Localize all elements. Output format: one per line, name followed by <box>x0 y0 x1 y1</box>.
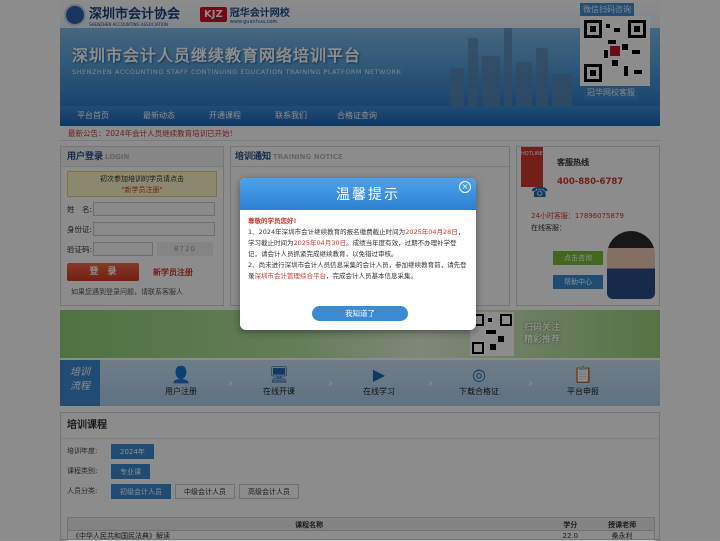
deadline-date-1: 2025年04月28日 <box>405 228 458 236</box>
deadline-date-2: 2025年04月30日 <box>293 239 347 247</box>
acknowledge-button[interactable]: 我知道了 <box>312 306 408 321</box>
modal-paragraph-1: 1、2024年深圳市会计继续教育的报名缴费截止时间为2025年04月28日，学习… <box>248 228 465 258</box>
modal-title: 温馨提示 <box>336 187 400 203</box>
modal-body: 尊敬的学员您好! 1、2024年深圳市会计继续教育的报名缴费截止时间为2025年… <box>240 210 476 288</box>
modal-paragraph-2: 2、尚未进行深圳市会计人员信息采集的会计人员，参加继续教育前，请先登录深圳市会计… <box>248 261 467 280</box>
management-platform-link[interactable]: 深圳市会计管理综合平台 <box>255 272 327 280</box>
close-icon[interactable]: × <box>459 181 471 193</box>
notice-modal: 温馨提示 × 尊敬的学员您好! 1、2024年深圳市会计继续教育的报名缴费截止时… <box>240 178 476 330</box>
modal-greeting: 尊敬的学员您好! <box>248 217 297 225</box>
modal-header: 温馨提示 × <box>240 178 476 210</box>
